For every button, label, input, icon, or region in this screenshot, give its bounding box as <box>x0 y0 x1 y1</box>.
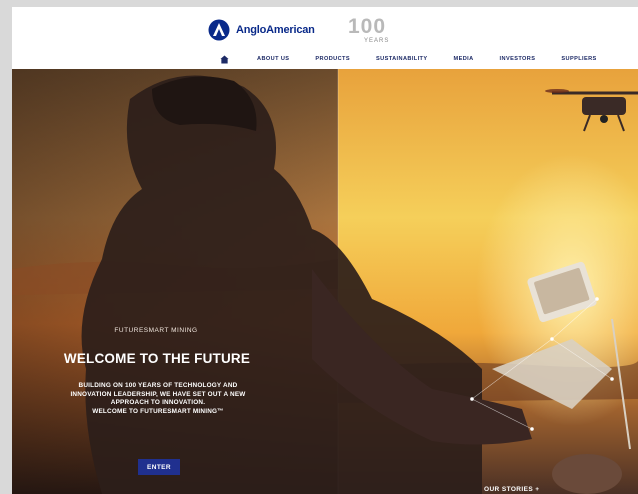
hero-body-copy: BUILDING ON 100 YEARS OF TECHNOLOGY AND … <box>40 382 276 416</box>
nav-item-about-us[interactable]: ABOUT US <box>257 56 289 62</box>
hero-banner <box>12 69 638 494</box>
main-navigation: ABOUT US PRODUCTS SUSTAINABILITY MEDIA I… <box>220 53 597 65</box>
our-stories-link[interactable]: OUR STORIES + <box>484 486 539 493</box>
hero-headline: WELCOME TO THE FUTURE <box>63 351 251 366</box>
anglo-american-logo[interactable]: AngloAmerican <box>208 19 315 41</box>
centenary-caption: YEARS <box>364 38 390 44</box>
anglo-american-logo-icon <box>208 19 230 41</box>
centenary-number: 100 <box>348 15 387 38</box>
nav-item-suppliers[interactable]: SUPPLIERS <box>561 56 596 62</box>
logo-wordmark: AngloAmerican <box>236 24 315 36</box>
enter-button[interactable]: ENTER <box>138 459 180 475</box>
site-header: AngloAmerican 100 YEARS ABOUT US PRODUCT… <box>12 7 638 70</box>
hero-body-line: INNOVATION LEADERSHIP, WE HAVE SET OUT A… <box>70 390 246 398</box>
browser-viewport: AngloAmerican 100 YEARS ABOUT US PRODUCT… <box>12 7 638 494</box>
hero-body-line: WELCOME TO FUTURESMART MINING™ <box>92 407 224 415</box>
centenary-badge: 100 YEARS <box>348 15 392 49</box>
nav-item-investors[interactable]: INVESTORS <box>500 56 536 62</box>
hero-eyebrow: FUTURESMART MINING <box>114 327 198 334</box>
hero-image <box>12 69 638 494</box>
hero-body-line: BUILDING ON 100 YEARS OF TECHNOLOGY AND <box>78 382 238 389</box>
home-icon[interactable] <box>220 54 229 64</box>
nav-item-media[interactable]: MEDIA <box>454 56 474 62</box>
hero-body-line: APPROACH TO INNOVATION. <box>110 399 206 407</box>
nav-item-products[interactable]: PRODUCTS <box>315 56 350 62</box>
nav-item-sustainability[interactable]: SUSTAINABILITY <box>376 56 428 62</box>
